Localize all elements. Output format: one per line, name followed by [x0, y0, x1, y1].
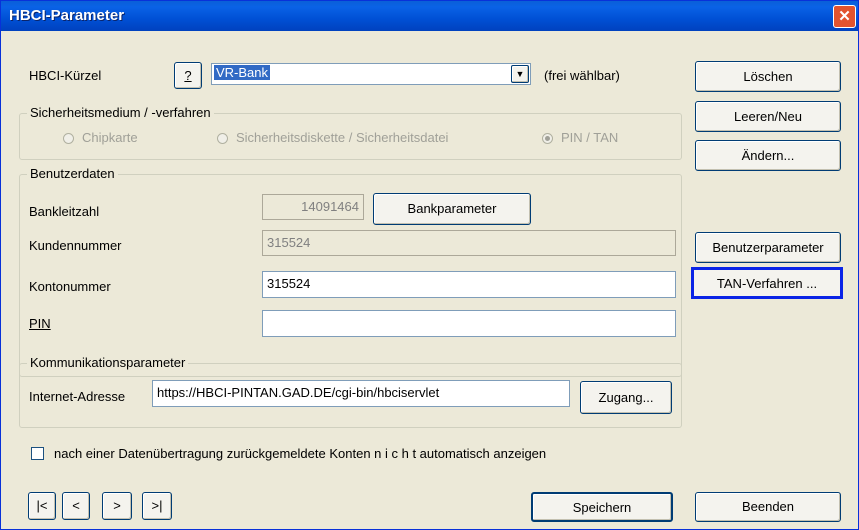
- kontonummer-value: 315524: [267, 276, 311, 291]
- blz-value: 14091464: [301, 199, 359, 214]
- auto-display-checkbox[interactable]: [31, 447, 44, 460]
- hbci-kuerzel-value: VR-Bank: [214, 65, 271, 80]
- radio-sicherheitsdiskette[interactable]: [217, 133, 228, 144]
- exit-button[interactable]: Beenden: [695, 492, 841, 522]
- dropdown-arrow-icon[interactable]: ▼: [511, 65, 529, 83]
- internet-adresse-value: https://HBCI-PINTAN.GAD.DE/cgi-bin/hbcis…: [157, 385, 440, 400]
- pin-input[interactable]: [262, 310, 676, 337]
- hbci-kuerzel-select[interactable]: VR-Bank: [211, 63, 531, 85]
- blz-field: 14091464: [262, 194, 364, 220]
- kontonummer-label: Kontonummer: [29, 279, 111, 294]
- kundennummer-value: 315524: [267, 235, 311, 250]
- clear-new-button[interactable]: Leeren/Neu: [695, 101, 841, 132]
- change-button[interactable]: Ändern...: [695, 140, 841, 171]
- benutzerdaten-legend: Benutzerdaten: [27, 166, 118, 181]
- kundennummer-field: 315524: [262, 230, 676, 256]
- tan-verfahren-button[interactable]: TAN-Verfahren ...: [691, 267, 843, 299]
- nav-last-button[interactable]: >|: [142, 492, 172, 520]
- title-bar[interactable]: HBCI-Parameter ✕: [1, 1, 858, 31]
- nav-next-button[interactable]: >: [102, 492, 132, 520]
- delete-button[interactable]: Löschen: [695, 61, 841, 92]
- kontonummer-input[interactable]: 315524: [262, 271, 676, 298]
- blz-label: Bankleitzahl: [29, 204, 100, 219]
- help-button-label: ?: [184, 68, 192, 83]
- radio-chipkarte-label: Chipkarte: [82, 130, 138, 145]
- internet-adresse-input[interactable]: https://HBCI-PINTAN.GAD.DE/cgi-bin/hbcis…: [152, 380, 570, 407]
- security-legend: Sicherheitsmedium / -verfahren: [27, 105, 214, 120]
- pin-label: PIN: [29, 316, 51, 331]
- dialog-window: HBCI-Parameter ✕ HBCI-Kürzel ? VR-Bank ▼…: [0, 0, 859, 530]
- kommunikation-legend: Kommunikationsparameter: [27, 355, 189, 370]
- kundennummer-label: Kundennummer: [29, 238, 122, 253]
- window-title: HBCI-Parameter: [9, 7, 125, 24]
- close-icon[interactable]: ✕: [833, 5, 856, 28]
- bankparameter-button[interactable]: Bankparameter: [373, 193, 531, 225]
- zugang-button[interactable]: Zugang...: [580, 381, 672, 414]
- radio-sicherheitsdiskette-label: Sicherheitsdiskette / Sicherheitsdatei: [236, 130, 449, 145]
- nav-prev-button[interactable]: <: [62, 492, 90, 520]
- benutzerparameter-button[interactable]: Benutzerparameter: [695, 232, 841, 263]
- radio-pin-tan-label: PIN / TAN: [561, 130, 619, 145]
- hbci-hint: (frei wählbar): [544, 68, 620, 83]
- pin-label-text: PIN: [29, 316, 51, 331]
- radio-chipkarte[interactable]: [63, 133, 74, 144]
- nav-first-button[interactable]: |<: [28, 492, 56, 520]
- auto-display-checkbox-label: nach einer Datenübertragung zurückgemeld…: [54, 446, 547, 461]
- radio-pin-tan[interactable]: [542, 133, 553, 144]
- help-button[interactable]: ?: [174, 62, 202, 89]
- save-button[interactable]: Speichern: [531, 492, 673, 522]
- hbci-kuerzel-label: HBCI-Kürzel: [29, 68, 102, 83]
- internet-adresse-label: Internet-Adresse: [29, 389, 126, 404]
